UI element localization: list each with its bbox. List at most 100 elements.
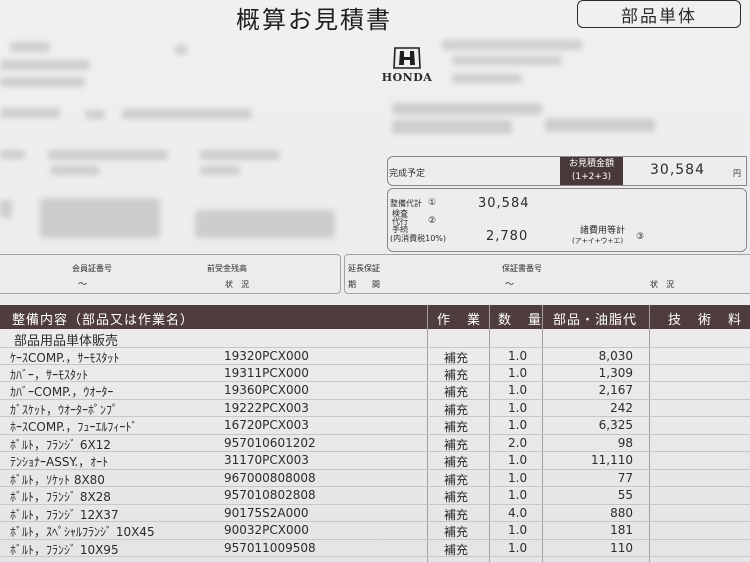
estimate-total-label: お見積金額 (1+2+3) (560, 157, 623, 185)
part-number: 19311PCX000 (224, 366, 309, 380)
part-number: 957010601202 (224, 436, 316, 450)
part-number: 967000808008 (224, 471, 316, 485)
quantity: 1.0 (508, 471, 528, 485)
completion-label: 完成予定 (389, 169, 426, 179)
honda-h-icon (393, 47, 421, 69)
redacted-text (122, 109, 252, 119)
quantity: 1.0 (508, 453, 528, 467)
row-divider (0, 381, 750, 382)
estimate-sheet: 概算お見積書 部品単体 HONDA 完成予定 お見積金額 (1+2+3) 30,… (0, 0, 750, 562)
redacted-text (452, 74, 522, 83)
estimate-label-formula: (1+2+3) (571, 172, 612, 182)
parts-price: 110 (610, 541, 633, 555)
redacted-text (392, 103, 542, 115)
service-total-label: 整備代計 (390, 199, 422, 208)
warranty-info-box (344, 254, 750, 294)
quantity: 1.0 (508, 366, 528, 380)
quantity: 1.0 (508, 401, 528, 415)
redacted-text (200, 150, 280, 160)
redacted-text (442, 40, 582, 50)
service-mark: ① (428, 198, 437, 208)
work-type: 補充 (444, 368, 469, 382)
warranty-tilde: 〜 (505, 280, 515, 290)
item-name: ｹｰｽCOMP.，ｻｰﾓｽﾀｯﾄ (10, 351, 120, 365)
part-number: 31170PCX003 (224, 453, 309, 467)
col-quantity: 数 量 (498, 313, 544, 328)
fees-formula: (ア+イ+ウ+エ) (572, 237, 624, 245)
item-name: ﾎﾞﾙﾄ，ﾌﾗﾝｼﾞ 8X28 (10, 490, 111, 504)
redacted-text (175, 45, 187, 55)
parts-price: 242 (610, 401, 633, 415)
quantity: 1.0 (508, 541, 528, 555)
work-type: 補充 (444, 385, 469, 399)
period-label: 期 間 (348, 280, 380, 289)
parts-price: 6,325 (598, 418, 633, 432)
item-name: ﾃﾝｼｮﾅｰASSY.，ｵｰﾄ (10, 455, 109, 469)
redacted-text (10, 42, 50, 52)
tax-value: 2,780 (486, 229, 529, 244)
document-title: 概算お見積書 (236, 6, 392, 34)
work-type: 補充 (444, 490, 469, 504)
item-name: ﾎﾞﾙﾄ，ﾌﾗﾝｼﾞ 12X37 (10, 508, 119, 522)
quantity: 1.0 (508, 349, 528, 363)
agency-mark: ② (428, 216, 437, 226)
part-number: 957011009508 (224, 541, 316, 555)
redacted-text (195, 210, 335, 238)
row-divider (0, 486, 750, 487)
quantity: 2.0 (508, 436, 528, 450)
col-labor-fee: 技 術 料 (668, 313, 744, 328)
member-tilde: 〜 (78, 280, 88, 290)
item-name: ﾎﾞﾙﾄ，ﾌﾗﾝｼﾞ 6X12 (10, 438, 111, 452)
quantity: 1.0 (508, 488, 528, 502)
service-total-value: 30,584 (478, 196, 530, 211)
item-name: ｶﾞｽｹｯﾄ，ｳｵｰﾀｰﾎﾟﾝﾌﾟ (10, 403, 119, 417)
item-name: ﾎﾞﾙﾄ，ｿｹｯﾄ 8X80 (10, 473, 105, 487)
parts-price: 11,110 (591, 453, 633, 467)
redacted-text (452, 56, 562, 65)
redacted-text (0, 60, 90, 70)
prepaid-label: 前受金残高 (207, 264, 247, 273)
member-info-box (0, 254, 341, 294)
cert-no-label: 保証書番号 (502, 264, 542, 273)
member-status-label: 状 況 (225, 280, 249, 289)
col-description: 整備内容（部品又は作業名） (12, 313, 195, 328)
col-parts-cost: 部品・油脂代 (553, 313, 638, 328)
redacted-text (50, 166, 100, 175)
redacted-text (40, 198, 160, 238)
redacted-text (200, 166, 240, 175)
work-type: 補充 (444, 543, 469, 557)
quantity: 1.0 (508, 383, 528, 397)
parts-price: 77 (617, 471, 633, 485)
tax-label: (内消費税10%) (390, 234, 447, 243)
yen-unit: 円 (733, 169, 741, 178)
work-type: 補充 (444, 455, 469, 469)
honda-logo: HONDA (374, 46, 440, 84)
redacted-text (0, 200, 12, 218)
redacted-text (0, 77, 85, 87)
estimate-label-main: お見積金額 (568, 159, 614, 169)
quantity: 4.0 (508, 506, 528, 520)
work-type: 補充 (444, 525, 469, 539)
category-label: 部品用品単体販売 (14, 334, 119, 349)
redacted-text (48, 150, 168, 160)
parts-price: 880 (610, 506, 633, 520)
parts-price: 2,167 (598, 383, 633, 397)
quantity: 1.0 (508, 418, 528, 432)
work-type: 補充 (444, 420, 469, 434)
parts-price: 55 (617, 488, 633, 502)
member-no-label: 会員証番号 (72, 264, 112, 273)
item-name: ﾎｰｽCOMP.，ﾌｭｰｴﾙﾌｨｰﾄﾞ (10, 420, 138, 434)
work-type: 補充 (444, 403, 469, 417)
part-number: 19320PCX000 (224, 349, 309, 363)
redacted-text (545, 118, 655, 132)
part-number: 90175S2A000 (224, 506, 309, 520)
parts-price: 181 (610, 523, 633, 537)
work-type: 補充 (444, 473, 469, 487)
row-divider (0, 504, 750, 505)
item-name: ﾎﾞﾙﾄ，ｽﾍﾟｼｬﾙﾌﾗﾝｼﾞ 10X45 (10, 525, 155, 539)
fees-label: 諸費用等計 (580, 226, 626, 236)
part-number: 16720PCX003 (224, 418, 309, 432)
parts-price: 8,030 (598, 349, 633, 363)
work-type: 補充 (444, 351, 469, 365)
redacted-text (0, 150, 25, 159)
